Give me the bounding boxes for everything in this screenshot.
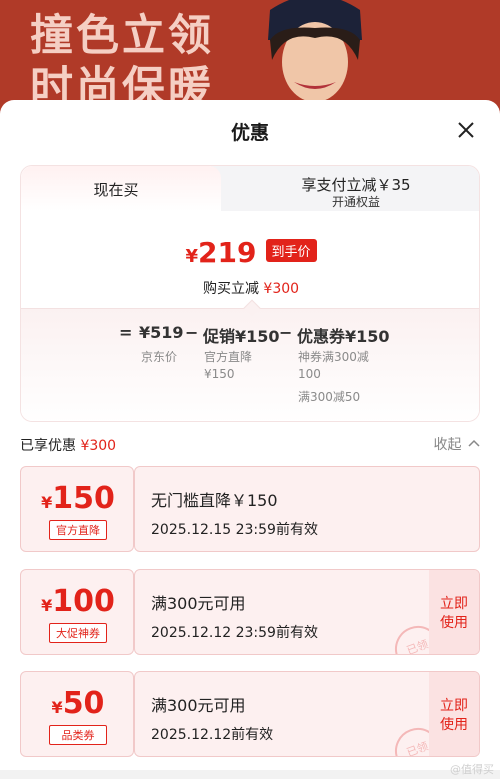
banner-line-1: 撞色立领: [30, 11, 214, 61]
close-icon[interactable]: [452, 116, 480, 144]
tab-payment-discount-sub: 开通权益: [331, 195, 380, 209]
coupon-value-panel: ¥150 官方直降: [20, 466, 134, 552]
coupon-validity: 2025.12.12前有效: [151, 727, 274, 743]
coupon-type-badge: 品类券: [49, 725, 107, 745]
use-now-line-2: 使用: [440, 615, 468, 631]
price-breakdown: = ¥519 京东价 − 促销¥150 官方直降 ¥150 − 优惠券¥150 …: [21, 299, 479, 421]
coupon-value-panel: ¥100 大促神券: [20, 569, 134, 655]
price-symbol: ¥: [185, 246, 198, 267]
coupon-details: 满300元可用 2025.12.12前有效 已领 立即 使用: [134, 671, 480, 757]
chevron-up-icon: [468, 439, 480, 447]
tab-payment-discount-label: 享支付立减￥35: [301, 176, 411, 194]
enjoyed-discount: 已享优惠 ¥300: [20, 435, 116, 455]
enjoyed-amount: ¥300: [80, 438, 117, 454]
use-now-button[interactable]: 立即 使用: [429, 672, 479, 756]
watermark: @值得买: [450, 763, 494, 776]
coupon-value: 150: [52, 481, 115, 516]
coupon-validity: 2025.12.15 23:59前有效: [151, 522, 318, 538]
minus-sign-2: −: [279, 323, 293, 342]
promo-sub-amount: ¥150: [204, 367, 235, 381]
coupon-value-panel: ¥50 品类券: [20, 671, 134, 757]
coupon-sub-2: 100: [298, 367, 321, 381]
promo-sub-label: 官方直降: [204, 350, 253, 364]
tab-buy-now-label: 现在买: [93, 181, 139, 199]
enjoyed-label: 已享优惠: [20, 438, 76, 454]
use-now-line-1: 立即: [440, 698, 468, 714]
coupon-details: 满300元可用 2025.12.12 23:59前有效 已领 立即 使用: [134, 569, 480, 655]
instant-discount-label: 购买立减: [202, 281, 259, 297]
coupon-amount: 优惠券¥150: [297, 327, 390, 346]
bottom-bar: [0, 770, 500, 779]
coupon-value: 100: [52, 584, 115, 619]
use-now-button[interactable]: 立即 使用: [429, 570, 479, 654]
promo-amount: 促销¥150: [203, 327, 280, 346]
breakdown-pointer: [243, 299, 261, 317]
coupon-card: ¥150 官方直降 无门槛直降￥150 2025.12.15 23:59前有效: [20, 466, 480, 552]
coupon-amount: ¥150: [21, 481, 135, 516]
coupon-validity: 2025.12.12 23:59前有效: [151, 625, 318, 641]
collapse-toggle[interactable]: 收起: [434, 434, 480, 454]
coupon-amount: ¥100: [21, 584, 135, 619]
sheet-title: 优惠: [230, 122, 269, 144]
coupon-condition: 满300元可用: [151, 696, 246, 715]
coupon-type-badge: 官方直降: [49, 520, 107, 540]
coupon-amount: ¥50: [21, 686, 135, 721]
coupon-currency: ¥: [51, 698, 63, 717]
coupon-sub-3: 满300减50: [298, 390, 361, 404]
collapse-label: 收起: [433, 437, 462, 453]
price-tabs: 现在买 享支付立减￥35 开通权益: [21, 166, 479, 211]
coupon-currency: ¥: [41, 596, 53, 615]
instant-discount-amount: ¥300: [263, 281, 300, 297]
jd-price: ¥519: [139, 323, 184, 342]
coupon-sub-1: 神券满300减: [298, 350, 369, 364]
use-now-line-1: 立即: [440, 596, 468, 612]
instant-discount: 购买立减 ¥300: [21, 278, 479, 298]
equals-sign: =: [119, 323, 133, 342]
coupon-value: 50: [62, 686, 105, 721]
coupon-condition: 无门槛直降￥150: [151, 491, 278, 510]
final-price: ¥219 到手价: [21, 236, 479, 269]
coupon-type-badge: 大促神券: [49, 623, 107, 643]
price-value: 219: [197, 236, 257, 269]
minus-sign-1: −: [185, 323, 199, 342]
coupon-card: ¥100 大促神券 满300元可用 2025.12.12 23:59前有效 已领…: [20, 569, 480, 655]
discount-sheet: 优惠 现在买 享支付立减￥35 开通权益 ¥219 到手价 购买立减 ¥300 …: [0, 100, 500, 779]
jd-price-label: 京东价: [141, 350, 178, 364]
coupon-card: ¥50 品类券 满300元可用 2025.12.12前有效 已领 立即 使用: [20, 671, 480, 757]
coupon-details: 无门槛直降￥150 2025.12.15 23:59前有效: [134, 466, 480, 552]
banner-text: 撞色立领 时尚保暖: [30, 10, 214, 114]
final-price-badge: 到手价: [265, 239, 317, 262]
use-now-line-2: 使用: [440, 717, 468, 733]
coupon-condition: 满300元可用: [151, 594, 246, 613]
price-calculation-card: 现在买 享支付立减￥35 开通权益 ¥219 到手价 购买立减 ¥300 = ¥…: [20, 165, 480, 422]
coupon-currency: ¥: [41, 493, 53, 512]
